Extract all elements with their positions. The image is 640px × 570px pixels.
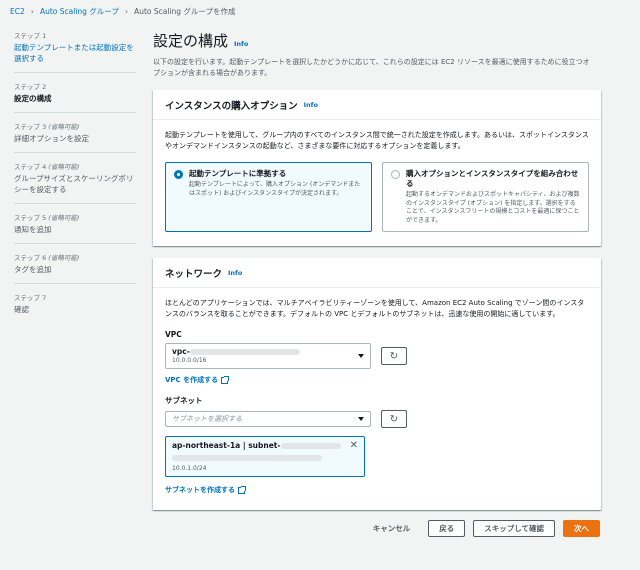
subnet-select[interactable]: サブネットを選択する (165, 411, 371, 427)
wizard-step-6: ステップ 6 (省略可能) タグを追加 (14, 252, 136, 284)
refresh-icon: ↻ (389, 413, 399, 425)
purchase-option-tiles: 起動テンプレートに準拠する 起動テンプレートによって、購入オプション (オンデマ… (165, 162, 589, 232)
step-title: 設定の構成 (14, 94, 52, 103)
step-optional: (省略可能) (48, 214, 80, 222)
step-title: タグを追加 (14, 265, 52, 274)
option-combine-purchase[interactable]: 購入オプションとインスタンスタイプを組み合わせる 起動するオンデマンドおよびスポ… (382, 162, 589, 232)
back-button[interactable]: 戻る (428, 520, 466, 537)
step-number: ステップ 3 (14, 123, 47, 131)
page-title: 設定の構成 (153, 32, 229, 50)
external-link-icon (221, 375, 230, 384)
wizard-step-2: ステップ 2 設定の構成 (14, 81, 136, 113)
option-description: 起動するオンデマンドおよびスポットキャパシティ、および複数のインスタンスタイプ … (406, 191, 580, 224)
vpc-select[interactable]: vpc- 10.0.0.0/16 (165, 343, 371, 369)
wizard-step-7: ステップ 7 確認 (14, 292, 136, 323)
remove-token-icon[interactable]: ✕ (350, 440, 358, 451)
radio-unselected-icon[interactable] (391, 170, 400, 179)
breadcrumb-separator-icon: › (124, 6, 129, 16)
step-number: ステップ 4 (14, 163, 47, 171)
purchase-options-panel: インスタンスの購入オプション Info 起動テンプレートを使用して、グループ内の… (153, 90, 601, 246)
refresh-icon: ↻ (389, 350, 399, 362)
subnet-placeholder: サブネットを選択する (172, 415, 242, 423)
info-link[interactable]: Info (234, 40, 248, 48)
step-number: ステップ 5 (14, 214, 47, 222)
step-optional: (省略可能) (48, 254, 80, 262)
vpc-id: vpc- (172, 347, 190, 356)
step-number: ステップ 6 (14, 254, 47, 262)
wizard-step-5: ステップ 5 (省略可能) 通知を追加 (14, 212, 136, 244)
step-number: ステップ 7 (14, 294, 47, 302)
wizard-step-4: ステップ 4 (省略可能) グループサイズとスケーリングポリシーを設定する (14, 161, 136, 204)
wizard-footer: キャンセル 戻る スキップして確認 次へ (363, 520, 600, 537)
redacted-value (280, 443, 341, 449)
breadcrumb-asg[interactable]: Auto Scaling グループ (40, 6, 119, 17)
info-link[interactable]: Info (228, 269, 242, 277)
wizard-steps: ステップ 1 起動テンプレートまたは起動設定を選択する ステップ 2 設定の構成… (14, 30, 136, 331)
breadcrumb: EC2 › Auto Scaling グループ › Auto Scaling グ… (10, 4, 235, 18)
option-description: 起動テンプレートによって、購入オプション (オンデマンドまたはスポット) および… (189, 181, 361, 197)
breadcrumb-ec2[interactable]: EC2 (10, 7, 25, 16)
step-title: 詳細オプションを設定 (14, 134, 89, 143)
radio-selected-icon[interactable] (174, 170, 183, 179)
caret-down-icon (358, 354, 364, 358)
panel-description: ほとんどのアプリケーションでは、マルチアベイラビリティーゾーンを使用して、Ama… (165, 299, 585, 318)
page-header: 設定の構成 Info (153, 30, 601, 51)
breadcrumb-current: Auto Scaling グループを作成 (134, 6, 236, 16)
step-optional: (省略可能) (48, 123, 80, 131)
subnet-token-label: ap-northeast-1a | subnet- (172, 441, 281, 450)
panel-header: インスタンスの購入オプション Info (153, 90, 601, 120)
wizard-step-3: ステップ 3 (省略可能) 詳細オプションを設定 (14, 121, 136, 153)
redacted-value (189, 349, 300, 355)
next-button[interactable]: 次へ (563, 520, 600, 537)
step-title: 確認 (14, 305, 29, 314)
network-panel: ネットワーク Info ほとんどのアプリケーションでは、マルチアベイラビリティー… (153, 258, 601, 510)
step-optional: (省略可能) (48, 163, 80, 171)
step-number: ステップ 2 (14, 83, 47, 91)
caret-down-icon (358, 417, 364, 421)
external-link-icon (238, 485, 246, 494)
subnet-token: ap-northeast-1a | subnet- 10.0.1.0/24 ✕ (165, 436, 365, 477)
panel-description: 起動テンプレートを使用して、グループ内のすべてのインスタンス間で統一された設定を… (165, 131, 589, 150)
refresh-subnet-button[interactable]: ↻ (381, 410, 407, 428)
subnet-label: サブネット (165, 396, 203, 405)
refresh-vpc-button[interactable]: ↻ (381, 347, 407, 365)
step-title: グループサイズとスケーリングポリシーを設定する (14, 174, 134, 194)
step-title: 通知を追加 (14, 225, 52, 234)
cancel-button[interactable]: キャンセル (363, 523, 421, 534)
create-subnet-link[interactable]: サブネットを作成する (165, 485, 589, 495)
option-launch-template[interactable]: 起動テンプレートに準拠する 起動テンプレートによって、購入オプション (オンデマ… (165, 162, 372, 232)
page-description: 以下の設定を行います。起動テンプレートを選択したかどうかに応じて、これらの設定に… (153, 58, 590, 77)
option-title: 起動テンプレートに準拠する (189, 169, 287, 178)
info-link[interactable]: Info (304, 101, 318, 109)
redacted-value (172, 455, 322, 461)
panel-title: ネットワーク (165, 268, 223, 280)
skip-to-review-button[interactable]: スキップして確認 (473, 520, 555, 537)
wizard-step-1[interactable]: ステップ 1 起動テンプレートまたは起動設定を選択する (14, 30, 136, 73)
option-title: 購入オプションとインスタンスタイプを組み合わせる (406, 169, 579, 188)
main-content: 設定の構成 Info 以下の設定を行います。起動テンプレートを選択したかどうかに… (153, 30, 601, 510)
create-vpc-link[interactable]: VPC を作成する (165, 375, 589, 385)
subnet-cidr: 10.0.1.0/24 (172, 465, 207, 472)
panel-title: インスタンスの購入オプション (165, 100, 298, 112)
vpc-label: VPC (165, 330, 182, 339)
breadcrumb-separator-icon: › (30, 6, 34, 16)
panel-header: ネットワーク Info (153, 258, 601, 288)
step-title[interactable]: 起動テンプレートまたは起動設定を選択する (14, 42, 136, 64)
step-number: ステップ 1 (14, 32, 47, 40)
vpc-cidr: 10.0.0.0/16 (172, 357, 207, 364)
